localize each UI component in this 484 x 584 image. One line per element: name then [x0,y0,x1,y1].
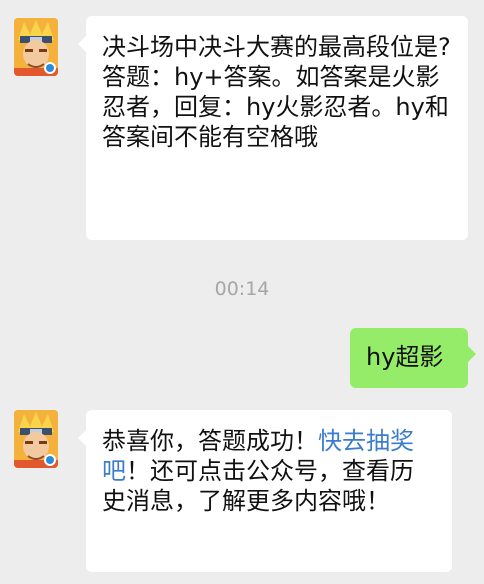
message-text-suffix: ！还可点击公众号，查看历史消息，了解更多内容哦！ [102,457,414,515]
incoming-message-bubble[interactable]: 决斗场中决斗大赛的最高段位是? 答题：hy+答案。如答案是火影忍者，回复：hy火… [78,16,468,240]
naruto-avatar-icon [14,410,58,468]
naruto-avatar-icon [14,18,58,76]
message-timestamp: 00:14 [214,278,270,300]
sender-avatar[interactable] [14,18,58,76]
outgoing-message-bubble[interactable]: hy超影 [350,328,476,388]
sender-avatar[interactable] [14,410,58,468]
incoming-message-bubble[interactable]: 恭喜你，答题成功！快去抽奖吧！还可点击公众号，查看历史消息，了解更多内容哦！ [78,410,452,572]
message-text: 决斗场中决斗大赛的最高段位是? 答题：hy+答案。如答案是火影忍者，回复：hy火… [102,33,451,151]
message-text-prefix: 恭喜你，答题成功！ [102,427,318,455]
message-text: hy超影 [366,343,444,371]
